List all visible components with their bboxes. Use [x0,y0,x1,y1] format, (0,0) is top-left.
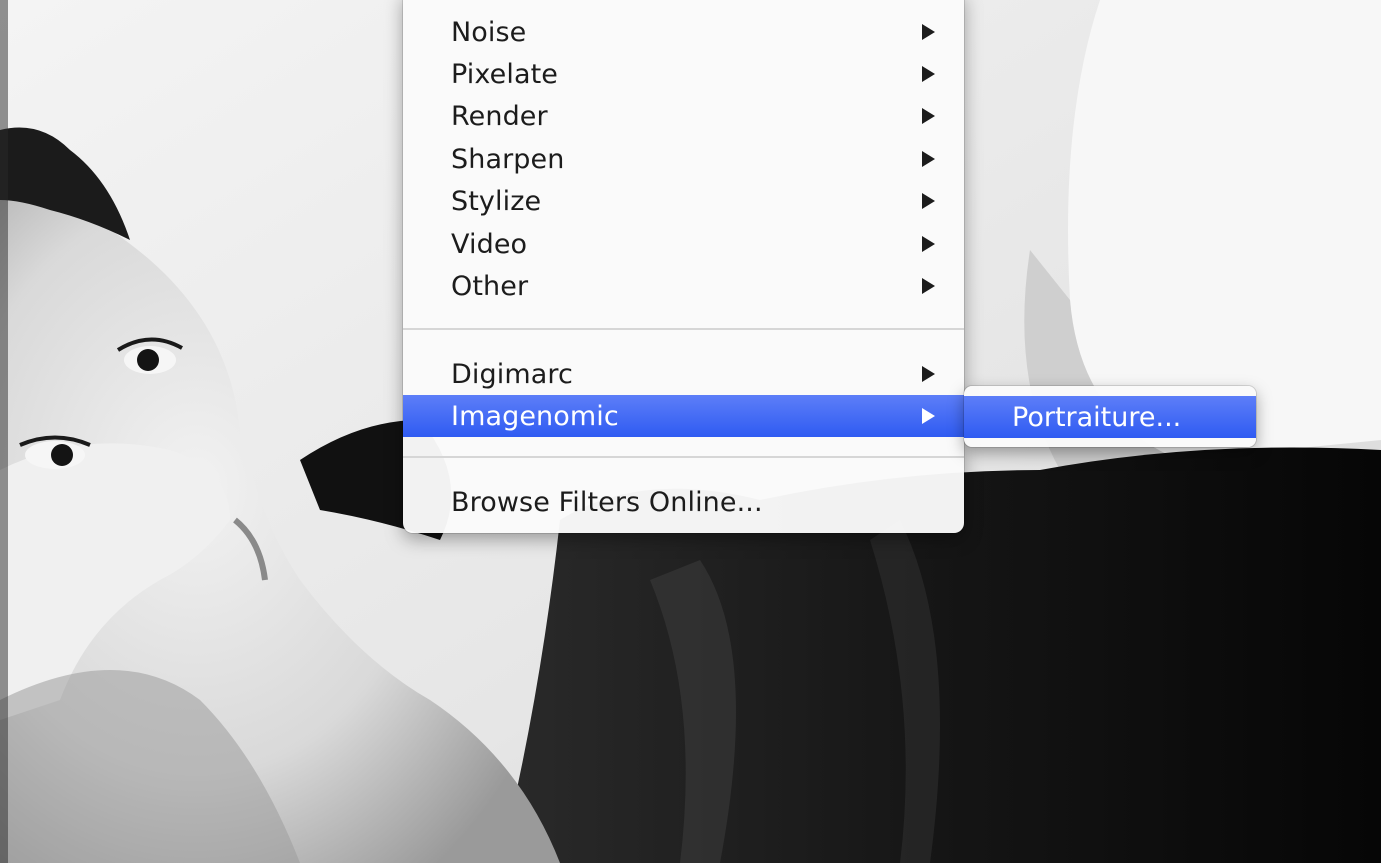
triangle-right-icon [922,24,935,40]
filter-menu: Noise Pixelate Render Sharpen Stylize Vi… [403,0,964,533]
screen: Noise Pixelate Render Sharpen Stylize Vi… [0,0,1381,863]
menu-item-label: Digimarc [451,358,573,390]
menu-item-label: Other [451,270,529,302]
triangle-right-icon [922,408,935,424]
menu-item-stylize[interactable]: Stylize [403,180,964,222]
menu-item-label: Stylize [451,185,542,217]
menu-item-render[interactable]: Render [403,95,964,137]
submenu-item-portraiture[interactable]: Portraiture... [964,396,1256,438]
menu-item-digimarc[interactable]: Digimarc [403,353,964,395]
menu-item-browse-filters-online[interactable]: Browse Filters Online... [403,481,964,523]
menu-item-label: Browse Filters Online... [451,486,763,518]
menu-item-label: Noise [451,16,527,48]
menu-item-sharpen[interactable]: Sharpen [403,138,964,180]
menu-item-label: Sharpen [451,143,565,175]
menu-item-video[interactable]: Video [403,223,964,265]
menu-item-noise[interactable]: Noise [403,11,964,53]
triangle-right-icon [922,193,935,209]
submenu-item-label: Portraiture... [1012,401,1182,433]
menu-separator [403,328,964,330]
triangle-right-icon [922,236,935,252]
menu-item-label: Imagenomic [451,400,619,432]
triangle-right-icon [922,278,935,294]
menu-item-imagenomic[interactable]: Imagenomic [403,395,964,437]
triangle-right-icon [922,108,935,124]
menu-item-pixelate[interactable]: Pixelate [403,53,964,95]
imagenomic-submenu: Portraiture... [964,386,1256,447]
menu-item-label: Pixelate [451,58,558,90]
menu-item-label: Render [451,100,548,132]
triangle-right-icon [922,151,935,167]
triangle-right-icon [922,366,935,382]
menu-item-other[interactable]: Other [403,265,964,307]
triangle-right-icon [922,66,935,82]
menu-item-label: Video [451,228,528,260]
menu-separator [403,456,964,458]
